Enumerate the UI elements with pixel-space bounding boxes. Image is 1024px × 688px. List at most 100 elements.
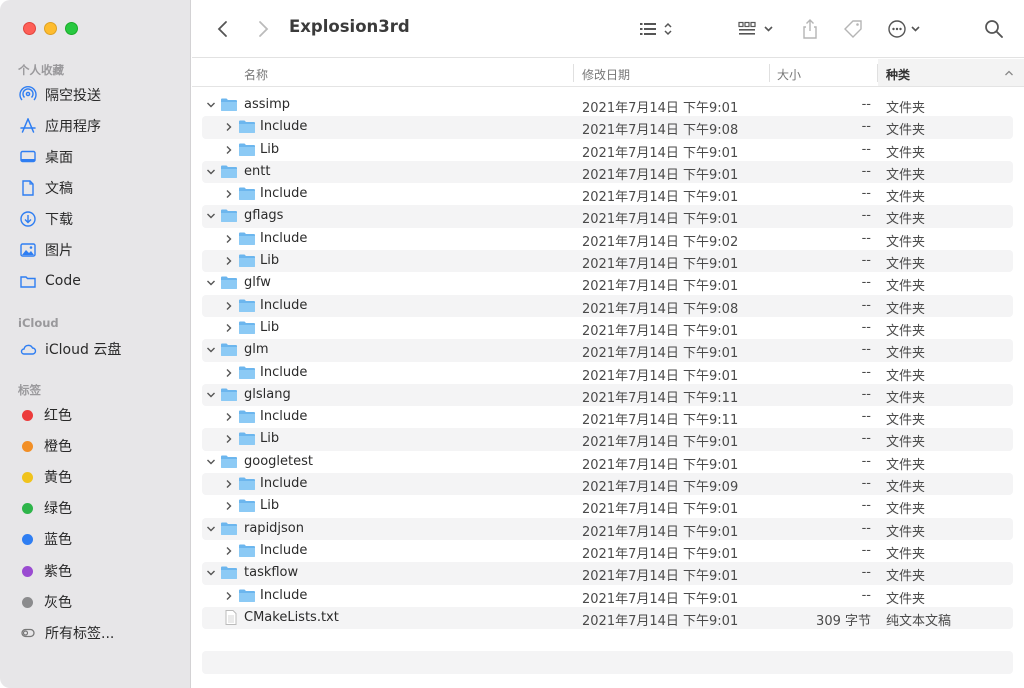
folder-row[interactable]: entt 2021年7月14日 下午9:01 -- 文件夹 (202, 160, 1013, 184)
folder-row[interactable]: googletest 2021年7月14日 下午9:01 -- 文件夹 (202, 451, 1013, 473)
row-size: -- (861, 319, 871, 335)
close-button[interactable] (23, 22, 36, 35)
disclosure-collapsed-icon[interactable] (224, 368, 234, 378)
folder-row[interactable]: Include 2021年7月14日 下午9:11 -- 文件夹 (202, 406, 1013, 428)
row-kind: 文件夹 (886, 101, 926, 116)
disclosure-expanded-icon[interactable] (206, 100, 216, 110)
folder-row[interactable]: Lib 2021年7月14日 下午9:01 -- 文件夹 (202, 250, 1013, 273)
disclosure-expanded-icon[interactable] (206, 524, 216, 534)
row-date: 2021年7月14日 下午9:11 (582, 413, 739, 429)
disclosure-collapsed-icon[interactable] (224, 189, 234, 199)
row-name: Include (260, 409, 308, 425)
disclosure-collapsed-icon[interactable] (224, 122, 234, 132)
folder-icon (221, 209, 237, 223)
disclosure-expanded-icon[interactable] (206, 568, 216, 578)
row-kind: 文件夹 (886, 323, 926, 339)
folder-icon (239, 120, 255, 134)
disclosure-collapsed-icon[interactable] (224, 479, 234, 489)
sidebar-tag-blue[interactable]: 蓝色 (12, 525, 182, 553)
folder-row[interactable]: Include 2021年7月14日 下午9:01 -- 文件夹 (202, 540, 1013, 562)
disclosure-expanded-icon[interactable] (206, 345, 216, 355)
folder-row[interactable]: Include 2021年7月14日 下午9:09 -- 文件夹 (202, 473, 1013, 496)
disclosure-collapsed-icon[interactable] (224, 301, 234, 311)
folder-row[interactable]: Include 2021年7月14日 下午9:02 -- 文件夹 (202, 228, 1013, 250)
column-date-header[interactable]: 修改日期 (582, 66, 630, 83)
sidebar-item-desktop[interactable]: 桌面 (12, 143, 182, 171)
disclosure-collapsed-icon[interactable] (224, 145, 234, 155)
folder-row[interactable]: gflags 2021年7月14日 下午9:01 -- 文件夹 (202, 205, 1013, 228)
folder-row[interactable]: Include 2021年7月14日 下午9:08 -- 文件夹 (202, 294, 1013, 317)
disclosure-collapsed-icon[interactable] (224, 412, 234, 422)
column-divider[interactable] (769, 64, 770, 82)
sidebar-item-downloads[interactable]: 下载 (12, 205, 182, 233)
sidebar-tag-orange[interactable]: 橙色 (12, 432, 182, 460)
folder-icon (239, 410, 255, 424)
column-kind-header[interactable]: 种类 (878, 59, 1024, 86)
row-size: -- (861, 97, 871, 112)
icloud-section-title: iCloud (18, 316, 59, 330)
view-mode-button[interactable] (636, 16, 680, 42)
sidebar-tag-green[interactable]: 绿色 (12, 494, 182, 522)
disclosure-collapsed-icon[interactable] (224, 591, 234, 601)
row-date: 2021年7月14日 下午9:11 (582, 390, 739, 406)
row-name: Include (260, 119, 308, 135)
file-row[interactable]: CMakeLists.txt 2021年7月14日 下午9:01 309 字节 纯文本… (202, 606, 1013, 630)
sidebar-item-pictures[interactable]: 图片 (12, 236, 182, 264)
folder-row[interactable]: Include 2021年7月14日 下午9:01 -- 文件夹 (202, 362, 1013, 384)
row-kind: 文件夹 (886, 257, 926, 273)
folder-row[interactable]: glm 2021年7月14日 下午9:01 -- 文件夹 (202, 339, 1013, 362)
disclosure-collapsed-icon[interactable] (224, 234, 234, 244)
disclosure-expanded-icon[interactable] (206, 390, 216, 400)
folder-row[interactable]: glslang 2021年7月14日 下午9:11 -- 文件夹 (202, 383, 1013, 407)
disclosure-expanded-icon[interactable] (206, 457, 216, 467)
sidebar-item-applications[interactable]: 应用程序 (12, 112, 182, 140)
disclosure-expanded-icon[interactable] (206, 278, 216, 288)
sidebar-tag-yellow[interactable]: 黄色 (12, 463, 182, 491)
disclosure-collapsed-icon[interactable] (224, 546, 234, 556)
chevron-left-icon (217, 21, 227, 37)
folder-row[interactable]: glfw 2021年7月14日 下午9:01 -- 文件夹 (202, 272, 1013, 294)
folder-row[interactable]: Lib 2021年7月14日 下午9:01 -- 文件夹 (202, 139, 1013, 161)
disclosure-collapsed-icon[interactable] (224, 323, 234, 333)
folder-row[interactable]: Lib 2021年7月14日 下午9:01 -- 文件夹 (202, 317, 1013, 339)
column-size-header[interactable]: 大小 (777, 66, 801, 83)
zoom-button[interactable] (65, 22, 78, 35)
folder-row[interactable]: taskflow 2021年7月14日 下午9:01 -- 文件夹 (202, 562, 1013, 585)
folder-row[interactable]: Lib 2021年7月14日 下午9:01 -- 文件夹 (202, 495, 1013, 517)
sidebar-item-documents[interactable]: 文稿 (12, 174, 182, 202)
folder-row[interactable]: Include 2021年7月14日 下午9:01 -- 文件夹 (202, 183, 1013, 205)
folder-row[interactable]: rapidjson 2021年7月14日 下午9:01 -- 文件夹 (202, 517, 1013, 540)
sidebar-item-code[interactable]: Code (12, 267, 182, 295)
disclosure-collapsed-icon[interactable] (224, 501, 234, 511)
share-button[interactable] (798, 16, 822, 42)
forward-button[interactable] (252, 16, 274, 42)
back-button[interactable] (212, 16, 234, 42)
sidebar-item-airdrop[interactable]: 隔空投送 (12, 81, 182, 109)
column-name-header[interactable]: 名称 (244, 66, 268, 83)
minimize-button[interactable] (44, 22, 57, 35)
sidebar-tag-red[interactable]: 红色 (12, 401, 182, 429)
row-name: Lib (260, 431, 280, 447)
row-date: 2021年7月14日 下午9:01 (582, 524, 739, 540)
disclosure-collapsed-icon[interactable] (224, 256, 234, 266)
folder-row[interactable]: Include 2021年7月14日 下午9:01 -- 文件夹 (202, 585, 1013, 607)
sidebar-all-tags[interactable]: 所有标签... (12, 619, 182, 647)
tags-button[interactable] (840, 16, 866, 42)
group-button[interactable] (736, 16, 780, 42)
column-divider[interactable] (573, 64, 574, 82)
row-name: glfw (244, 275, 271, 291)
row-kind: 文件夹 (886, 413, 926, 429)
search-button[interactable] (982, 16, 1006, 42)
action-menu-button[interactable] (886, 16, 928, 42)
disclosure-collapsed-icon[interactable] (224, 434, 234, 444)
folder-icon (221, 343, 237, 357)
row-name: entt (244, 163, 271, 179)
folder-row[interactable]: Lib 2021年7月14日 下午9:01 -- 文件夹 (202, 428, 1013, 451)
disclosure-expanded-icon[interactable] (206, 167, 216, 177)
sidebar-item-icloud-drive[interactable]: iCloud 云盘 (12, 335, 182, 363)
sidebar-tag-gray[interactable]: 灰色 (12, 588, 182, 616)
disclosure-expanded-icon[interactable] (206, 211, 216, 221)
folder-row[interactable]: Include 2021年7月14日 下午9:08 -- 文件夹 (202, 116, 1013, 139)
folder-row[interactable]: assimp 2021年7月14日 下午9:01 -- 文件夹 (202, 94, 1013, 116)
sidebar-tag-purple[interactable]: 紫色 (12, 557, 182, 585)
